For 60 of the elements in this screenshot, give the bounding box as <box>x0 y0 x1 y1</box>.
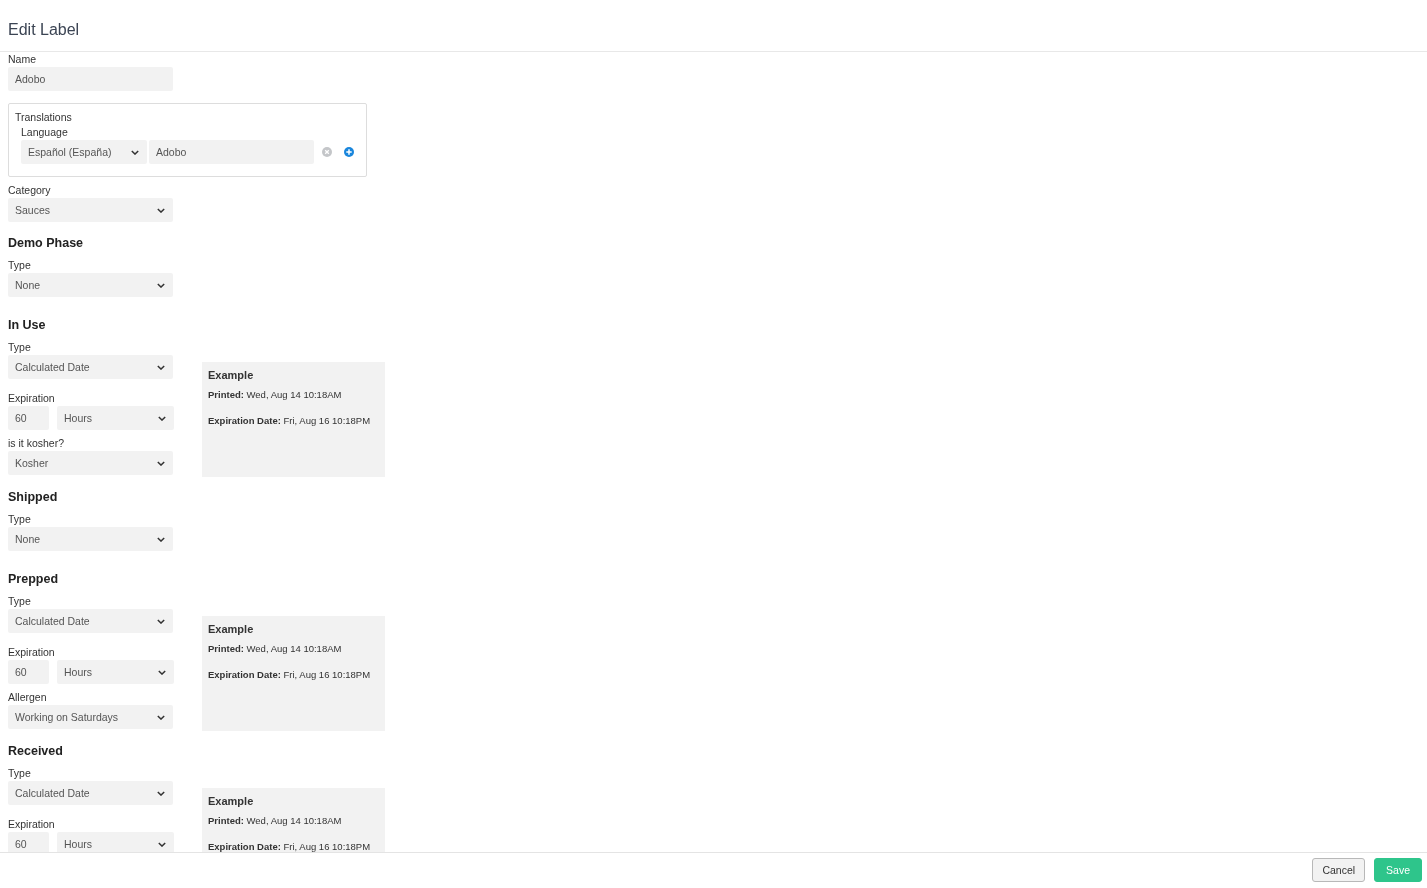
field-label: Expiration <box>8 391 55 406</box>
chevron-down-icon <box>157 364 165 370</box>
example-line: Expiration Date: Fri, Aug 16 10:18PM <box>208 668 371 682</box>
field-label: Language <box>21 125 68 140</box>
dropdown-select[interactable]: Calculated Date <box>8 609 173 633</box>
field-label: is it kosher? <box>8 436 65 451</box>
chevron-down-icon <box>158 415 166 421</box>
chevron-down-icon <box>157 618 165 624</box>
section-label: Translations <box>15 110 72 125</box>
example-title: Example <box>208 622 254 637</box>
cancel-button[interactable]: Cancel <box>1312 858 1366 882</box>
dropdown-select[interactable]: Kosher <box>8 451 173 475</box>
unit-select[interactable]: Hours <box>57 660 174 684</box>
field-label: Type <box>8 512 31 527</box>
unit-select[interactable]: Hours <box>57 832 174 852</box>
name-input[interactable]: Adobo <box>8 67 173 91</box>
example-line: Expiration Date: Fri, Aug 16 10:18PM <box>208 414 371 428</box>
translation-input[interactable]: Adobo <box>149 140 314 164</box>
chevron-down-icon <box>157 714 165 720</box>
chevron-down-icon <box>131 149 139 155</box>
field-label: Type <box>8 258 31 273</box>
section-heading: In Use <box>8 317 46 334</box>
field-label: Type <box>8 340 31 355</box>
example-line: Expiration Date: Fri, Aug 16 10:18PM <box>208 840 371 852</box>
dropdown-select[interactable]: None <box>8 273 173 297</box>
page-title: Edit Label <box>8 19 80 39</box>
field-label: Expiration <box>8 645 55 660</box>
dropdown-select[interactable]: Calculated Date <box>8 355 173 379</box>
field-label: Type <box>8 766 31 781</box>
field-label: Category <box>8 183 51 198</box>
example-line: Printed: Wed, Aug 14 10:18AM <box>208 388 342 402</box>
amount-input[interactable]: 60 <box>8 660 49 684</box>
chevron-down-icon <box>157 282 165 288</box>
language-select[interactable]: Español (España) <box>21 140 147 164</box>
field-label: Expiration <box>8 817 55 832</box>
example-line: Printed: Wed, Aug 14 10:18AM <box>208 814 342 828</box>
field-label: Type <box>8 594 31 609</box>
field-label: Name <box>8 52 36 67</box>
chevron-down-icon <box>157 790 165 796</box>
amount-input[interactable]: 60 <box>8 832 49 852</box>
amount-input[interactable]: 60 <box>8 406 49 430</box>
section-heading: Received <box>8 743 63 760</box>
category-select[interactable]: Sauces <box>8 198 173 222</box>
example-line: Printed: Wed, Aug 14 10:18AM <box>208 642 342 656</box>
dropdown-select[interactable]: Calculated Date <box>8 781 173 805</box>
chevron-down-icon <box>157 460 165 466</box>
add-icon[interactable] <box>344 147 354 157</box>
chevron-down-icon <box>157 536 165 542</box>
chevron-down-icon <box>157 207 165 213</box>
section-heading: Shipped <box>8 489 58 506</box>
dropdown-select[interactable]: Working on Saturdays <box>8 705 173 729</box>
section-heading: Prepped <box>8 571 58 588</box>
field-label: Allergen <box>8 690 47 705</box>
unit-select[interactable]: Hours <box>57 406 174 430</box>
chevron-down-icon <box>158 841 166 847</box>
example-title: Example <box>208 794 254 809</box>
chevron-down-icon <box>158 669 166 675</box>
example-title: Example <box>208 368 254 383</box>
dropdown-select[interactable]: None <box>8 527 173 551</box>
section-heading: Demo Phase <box>8 235 84 252</box>
